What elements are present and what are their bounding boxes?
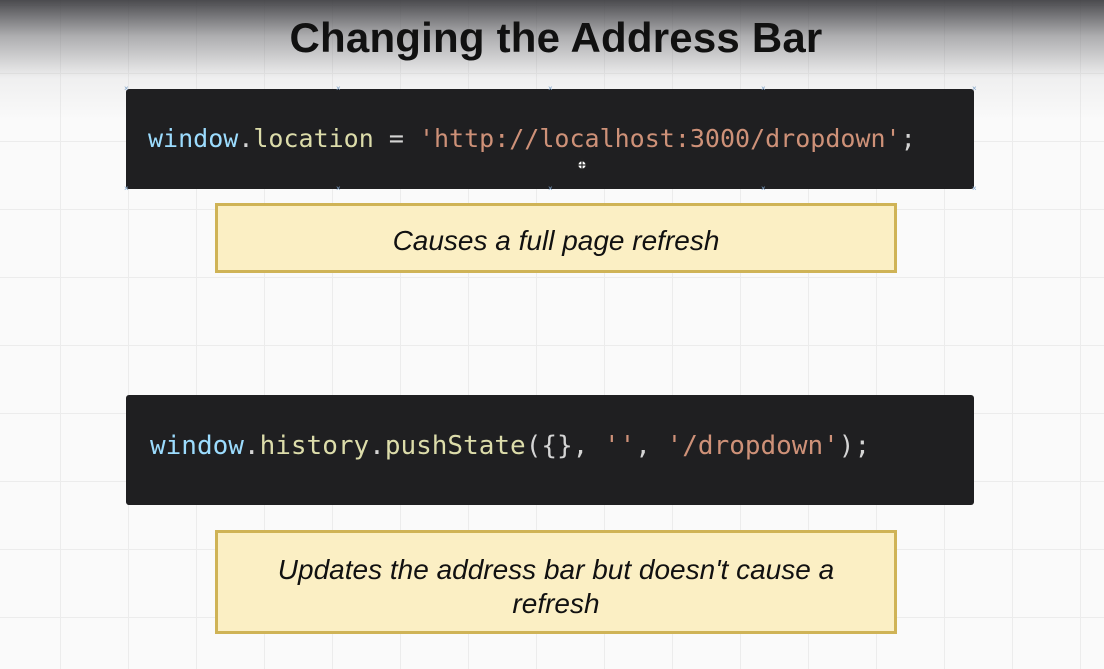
selection-handle-icon[interactable]: × <box>972 185 977 193</box>
selection-handle-icon[interactable]: × <box>336 85 341 93</box>
code-token: '/dropdown' <box>666 431 839 461</box>
selection-handle-icon[interactable]: × <box>761 85 766 93</box>
code-token: . <box>243 431 260 461</box>
code-token: ({}, <box>525 431 604 461</box>
code-block-pushstate[interactable]: window.history.pushState({}, '', '/dropd… <box>126 395 974 505</box>
selection-handle-icon[interactable]: × <box>336 185 341 193</box>
selection-handle-icon[interactable]: × <box>124 185 129 193</box>
selection-handle-icon[interactable]: × <box>548 185 553 193</box>
code-token: '' <box>603 431 636 461</box>
selection-handle-icon[interactable]: × <box>972 85 977 93</box>
code-token: . <box>369 431 385 461</box>
code-token: history <box>259 431 370 461</box>
code-token: . <box>238 124 254 153</box>
code-token: window <box>148 124 239 153</box>
selection-handle-icon[interactable]: × <box>548 85 553 93</box>
code-token: ); <box>838 431 871 461</box>
move-cursor-icon <box>575 158 589 172</box>
slide-title: Changing the Address Bar <box>289 14 823 61</box>
code-token: window <box>150 431 244 461</box>
selection-handle-icon[interactable]: × <box>761 185 766 193</box>
code-block-location[interactable]: window.location = 'http://localhost:3000… <box>126 89 974 189</box>
code-token: = <box>373 124 419 153</box>
code-token: pushState <box>384 431 526 461</box>
note-no-refresh: Updates the address bar but doesn't caus… <box>215 530 897 634</box>
selection-handle-icon[interactable]: × <box>124 85 129 93</box>
code-token: 'http://localhost:3000/dropdown' <box>418 124 901 153</box>
code-token: location <box>253 124 374 153</box>
note-full-refresh: Causes a full page refresh <box>215 203 897 273</box>
code-token: , <box>635 431 667 461</box>
code-token: ; <box>900 124 916 153</box>
